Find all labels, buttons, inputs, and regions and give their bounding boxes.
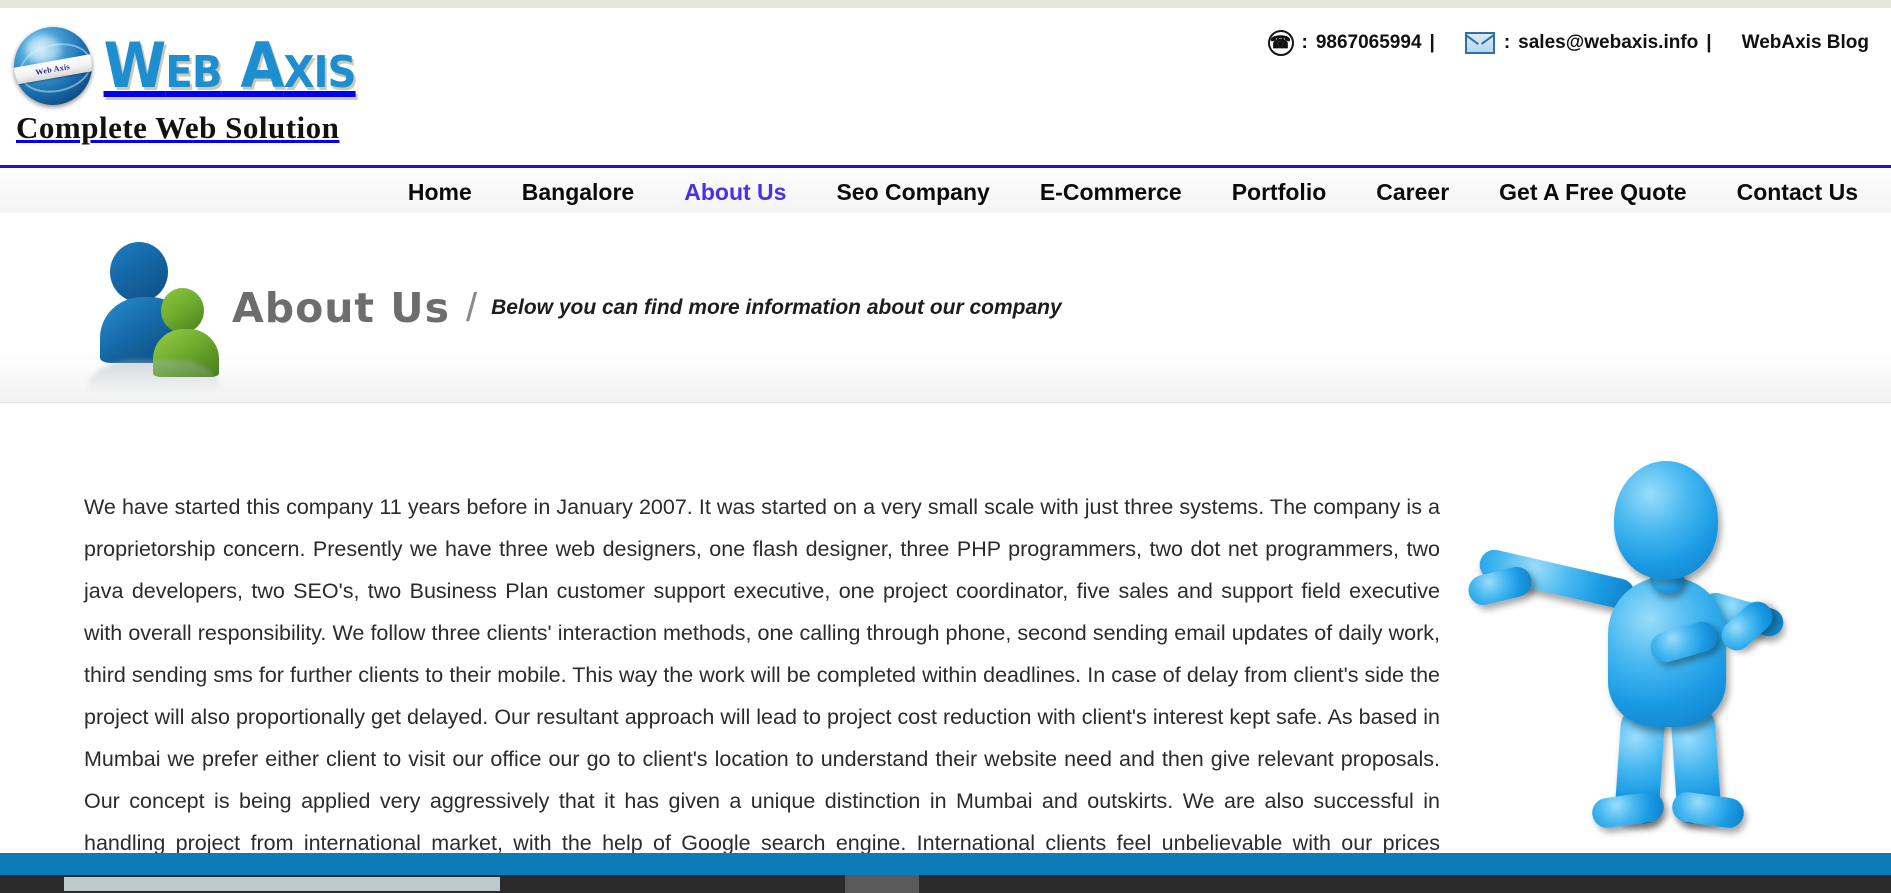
phone-icon [1267,30,1294,56]
page-root: Web Axis WEB AXIS Complete Web Solution … [0,0,1891,893]
scrollbar-block[interactable] [845,875,919,893]
person-green-head [161,288,204,333]
email-contact[interactable]: : sales@webaxis.info [1464,32,1698,54]
envelope-icon [1464,32,1495,54]
top-decorative-strip [0,0,1891,8]
webaxis-blog-link[interactable]: WebAxis Blog [1742,32,1869,54]
scrollbar-thumb[interactable] [64,877,500,891]
divider-2: | [1706,32,1712,53]
phone-number[interactable]: 9867065994 [1316,32,1422,54]
about-us-paragraph: We have started this company 11 years be… [84,494,1440,893]
divider-1: | [1429,32,1435,53]
phone-colon: : [1301,32,1308,53]
globe-band: Web Axis [14,53,92,86]
site-header: Web Axis WEB AXIS Complete Web Solution … [0,8,1891,168]
globe-band-text: Web Axis [35,62,71,78]
email-address[interactable]: sales@webaxis.info [1518,32,1698,54]
nav-item-get-a-free-quote[interactable]: Get A Free Quote [1474,179,1711,206]
mascot-left-foot [1590,790,1666,830]
page-banner-inner: About Us / Below you can find more infor… [80,213,1062,403]
icon-reflection [88,360,220,394]
nav-item-portfolio[interactable]: Portfolio [1207,179,1352,206]
main-navigation: Home Bangalore About Us Seo Company E-Co… [0,171,1891,213]
title-separator: / [466,285,478,330]
two-people-icon [80,230,220,394]
logo-wordmark: WEB AXIS [103,29,357,102]
nav-item-bangalore[interactable]: Bangalore [497,179,659,206]
nav-item-seo-company[interactable]: Seo Company [811,179,1014,206]
page-title: About Us [232,284,451,332]
site-logo[interactable]: Web Axis WEB AXIS Complete Web Solution [14,24,464,154]
globe-icon: Web Axis [14,27,92,105]
mascot-left-hand [1465,563,1535,609]
page-banner: About Us / Below you can find more infor… [0,213,1891,403]
scrollbar-track-mid[interactable] [500,875,845,893]
nav-item-e-commerce[interactable]: E-Commerce [1015,179,1207,206]
nav-item-about-us[interactable]: About Us [659,179,811,206]
logo-row: Web Axis WEB AXIS [14,24,464,108]
blue-3d-person-illustration [1465,459,1796,830]
footer-bar [0,853,1891,875]
phone-contact[interactable]: : 9867065994 [1267,30,1422,56]
email-colon: : [1503,32,1511,53]
mascot-head [1614,461,1718,579]
horizontal-scrollbar[interactable] [0,875,1891,893]
mascot-right-foot [1670,790,1746,830]
main-content: We have started this company 11 years be… [0,404,1891,893]
nav-item-contact-us[interactable]: Contact Us [1712,179,1883,206]
header-contact-bar: : 9867065994 | : sales@webaxis.info | We… [1267,30,1869,56]
scrollbar-track-tail[interactable] [919,875,1891,893]
nav-item-career[interactable]: Career [1351,179,1474,206]
page-subtitle: Below you can find more information abou… [491,296,1062,319]
nav-item-home[interactable]: Home [383,179,497,206]
logo-tagline: Complete Web Solution [16,110,340,145]
